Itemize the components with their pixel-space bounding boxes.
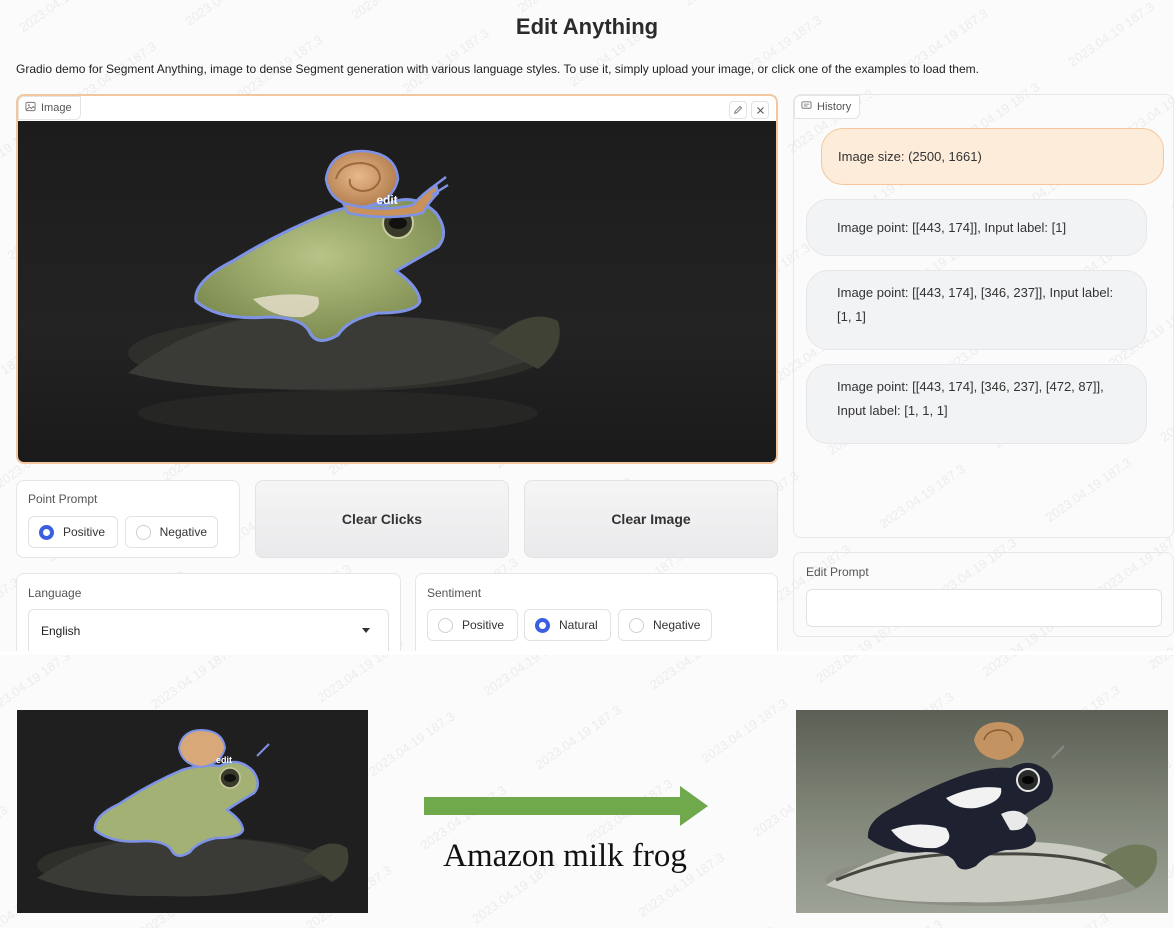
image-label: Image [41,102,72,114]
edit-caption: Amazon milk frog [443,838,687,874]
chevron-down-icon [362,628,370,633]
chat-message-bot: Image point: [[443, 174], [346, 237], [4… [806,364,1147,444]
pencil-icon[interactable] [729,101,747,119]
language-value: English [41,623,81,638]
radio-label: Positive [63,525,106,539]
radio-dot [136,524,151,540]
image-panel[interactable]: Image edit [16,94,778,464]
radio-label: Negative [159,525,207,539]
image-label-badge: Image [18,96,81,120]
radio-dot [629,617,644,633]
output-thumbnail-image [796,710,1168,913]
radio-label: Positive [462,618,505,632]
radio-point-negative[interactable]: Negative [125,516,218,548]
point-prompt-label: Point Prompt [28,492,98,506]
edit-prompt-group: Edit Prompt [793,552,1174,637]
chat-message-bot: Image point: [[443, 174]], Input label: … [806,199,1147,256]
chat-icon [801,100,812,114]
radio-dot [535,617,550,633]
thumbnail-edit-label: edit [216,755,232,765]
sentiment-group: Sentiment Positive Natural Negative [415,573,778,653]
arrow-right-icon [424,786,708,826]
point-prompt-group: Point Prompt Positive Negative [16,480,240,558]
history-label-badge: History [794,95,861,119]
radio-label: Negative [653,618,701,632]
clear-clicks-button[interactable]: Clear Clicks [255,480,509,558]
edit-prompt-input[interactable] [806,589,1162,627]
radio-sentiment-negative[interactable]: Negative [618,609,712,641]
image-icon [25,101,36,115]
language-group: Language English [16,573,401,653]
edit-prompt-label: Edit Prompt [806,565,869,579]
segmented-frog-image[interactable]: edit [18,121,776,462]
input-thumbnail-image: edit [17,710,368,913]
language-select[interactable]: English [28,609,389,651]
radio-label: Natural [559,618,598,632]
clear-image-button[interactable]: Clear Image [524,480,778,558]
radio-dot [39,524,54,540]
language-label: Language [28,586,82,600]
radio-sentiment-positive[interactable]: Positive [427,609,518,641]
chat-message-bot: Image point: [[443, 174], [346, 237]], I… [806,270,1147,350]
chat-message-user: Image size: (2500, 1661) [821,128,1164,185]
sentiment-label: Sentiment [427,586,482,600]
history-label: History [817,101,852,113]
history-panel: History Image size: (2500, 1661) Image p… [793,94,1174,538]
page-description: Gradio demo for Segment Anything, image … [16,62,979,76]
screenshot-crop-edge [0,651,1174,655]
radio-dot [438,617,453,633]
radio-point-positive[interactable]: Positive [28,516,118,548]
page-title: Edit Anything [515,14,659,39]
close-icon[interactable] [751,101,769,119]
radio-sentiment-natural[interactable]: Natural [524,609,611,641]
mask-edit-label: edit [376,193,397,207]
